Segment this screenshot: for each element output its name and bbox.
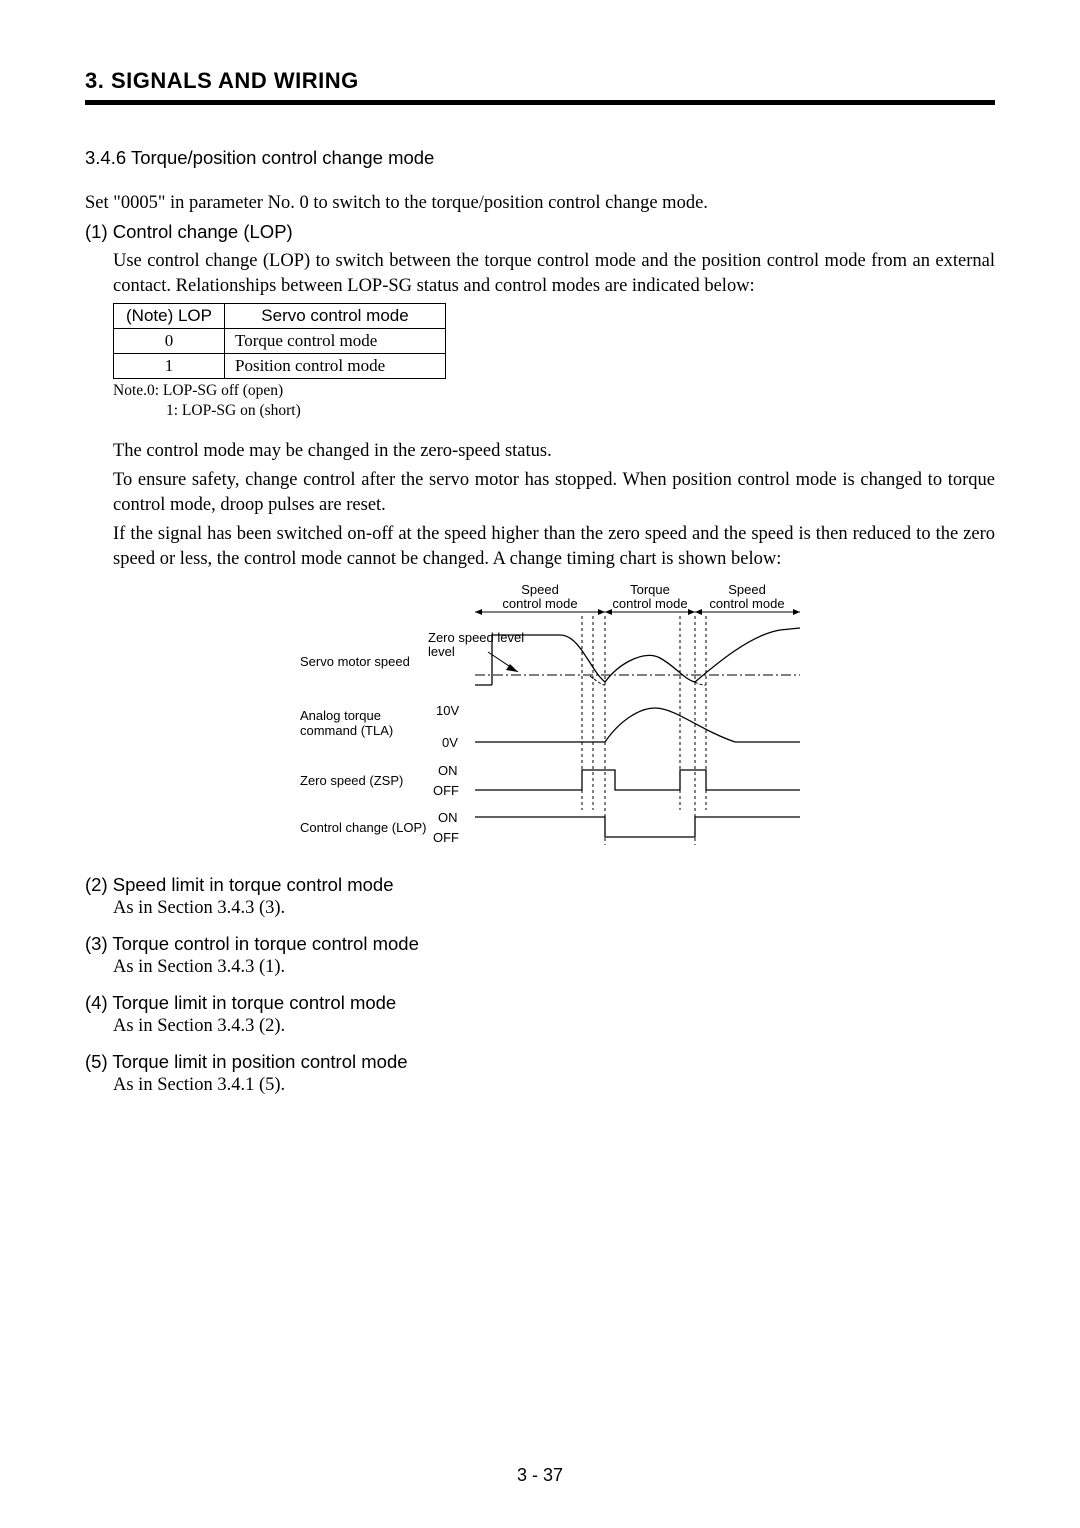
speed-dash2 (695, 682, 706, 685)
speed-curve (492, 628, 800, 685)
th-lop: (Note) LOP (114, 303, 225, 328)
page: 3. SIGNALS AND WIRING 3.4.6 Torque/posit… (0, 0, 1080, 1528)
zero-speed-label: Zero speed level (428, 630, 524, 645)
mode-label: control mode (502, 596, 577, 611)
table-row: 1 Position control mode (114, 353, 446, 378)
lop-table: (Note) LOP Servo control mode 0 Torque c… (113, 303, 446, 379)
intro-line: Set "0005" in parameter No. 0 to switch … (85, 191, 995, 216)
lop-wave (475, 817, 800, 837)
zsp-off: OFF (433, 783, 459, 798)
lop-off: OFF (433, 830, 459, 845)
zero-speed-label2: level (428, 644, 455, 659)
lop-on: ON (438, 810, 458, 825)
row-label: Analog torque (300, 708, 381, 723)
spacer (85, 421, 995, 439)
mode-label: Speed (521, 582, 559, 597)
subitem-body: As in Section 3.4.3 (2). (113, 1016, 995, 1037)
td-lop: 1 (114, 353, 225, 378)
subitem-head: (2) Speed limit in torque control mode (85, 874, 995, 896)
subitem-head: (3) Torque control in torque control mod… (85, 933, 995, 955)
table-row: 0 Torque control mode (114, 328, 446, 353)
chapter-title: 3. SIGNALS AND WIRING (85, 68, 995, 94)
subitem-head: (4) Torque limit in torque control mode (85, 992, 995, 1014)
title-rule (85, 100, 995, 105)
td-mode: Position control mode (225, 353, 446, 378)
item1-heading: (1) Control change (LOP) (85, 220, 995, 245)
zsp-on: ON (438, 763, 458, 778)
item1-para: Use control change (LOP) to switch betwe… (85, 249, 995, 299)
row-label: Control change (LOP) (300, 820, 426, 835)
zsp-wave (475, 770, 800, 790)
tla-low: 0V (442, 735, 458, 750)
table-note-line2: 1: LOP-SG on (short) (113, 401, 995, 421)
td-mode: Torque control mode (225, 328, 446, 353)
mode-label: control mode (612, 596, 687, 611)
tla-high: 10V (436, 703, 459, 718)
subitem-body: As in Section 3.4.3 (1). (113, 957, 995, 978)
guide-lines (582, 616, 706, 845)
row-label: Servo motor speed (300, 654, 410, 669)
tla-curve (605, 708, 735, 742)
table-note: Note.0: LOP-SG off (open) 1: LOP-SG on (… (113, 381, 995, 421)
timing-diagram: Speed control mode Torque control mode S… (85, 580, 995, 860)
para-p1: The control mode may be changed in the z… (85, 439, 995, 464)
mode-label: control mode (709, 596, 784, 611)
para-p2: To ensure safety, change control after t… (85, 468, 995, 518)
subitem-body: As in Section 3.4.3 (3). (113, 898, 995, 919)
th-mode: Servo control mode (225, 303, 446, 328)
para-p3: If the signal has been switched on-off a… (85, 522, 995, 572)
td-lop: 0 (114, 328, 225, 353)
table-note-line1: Note.0: LOP-SG off (open) (113, 382, 283, 399)
table-row: (Note) LOP Servo control mode (114, 303, 446, 328)
timing-diagram-svg: Speed control mode Torque control mode S… (260, 580, 820, 860)
subitem-body: As in Section 3.4.1 (5). (113, 1075, 995, 1096)
page-number: 3 - 37 (0, 1465, 1080, 1486)
subitem-head: (5) Torque limit in position control mod… (85, 1051, 995, 1073)
row-label: command (TLA) (300, 723, 393, 738)
row-label: Zero speed (ZSP) (300, 773, 403, 788)
mode-label: Speed (728, 582, 766, 597)
mode-label: Torque (630, 582, 670, 597)
section-heading: 3.4.6 Torque/position control change mod… (85, 147, 995, 169)
